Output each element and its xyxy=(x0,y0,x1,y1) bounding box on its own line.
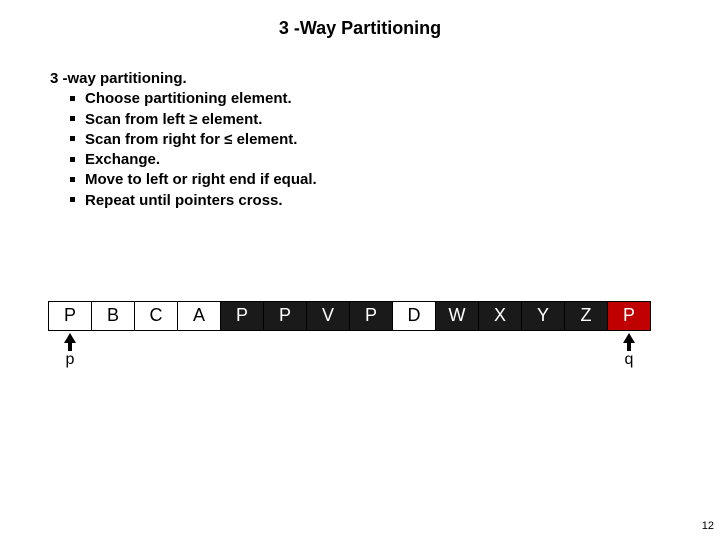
list-item: Repeat until pointers cross. xyxy=(70,191,720,211)
arrow-up-icon xyxy=(623,333,635,343)
array-cell: P xyxy=(349,301,393,331)
array-cell: P xyxy=(263,301,307,331)
arrow-up-icon xyxy=(64,333,76,343)
bullet-list: Choose partitioning element. Scan from l… xyxy=(70,89,720,211)
list-item: Choose partitioning element. xyxy=(70,89,720,109)
pointer-slot xyxy=(349,331,393,371)
pointer-slot xyxy=(263,331,307,371)
array-row: PBCAPPVPDWXYZP xyxy=(48,301,720,331)
array-cell: Y xyxy=(521,301,565,331)
page-title: 3 -Way Partitioning xyxy=(0,0,720,39)
array-diagram: PBCAPPVPDWXYZP pq xyxy=(48,301,720,371)
list-item: Scan from right for ≤ element. xyxy=(70,130,720,150)
array-cell: W xyxy=(435,301,479,331)
array-cell: B xyxy=(91,301,135,331)
array-cell: X xyxy=(478,301,522,331)
pointer-slot xyxy=(134,331,178,371)
pointer-slot: q xyxy=(607,331,651,371)
pointer-slot xyxy=(91,331,135,371)
array-cell: V xyxy=(306,301,350,331)
pointer-slot xyxy=(392,331,436,371)
pointer-slot xyxy=(306,331,350,371)
pointer-label: q xyxy=(625,351,634,369)
array-cell: C xyxy=(134,301,178,331)
array-cell: A xyxy=(177,301,221,331)
array-cell: D xyxy=(392,301,436,331)
content-block: 3 -way partitioning. Choose partitioning… xyxy=(50,69,720,211)
pointer-slot xyxy=(220,331,264,371)
page-number: 12 xyxy=(702,520,714,532)
arrow-stem xyxy=(68,343,72,351)
pointer-slot xyxy=(521,331,565,371)
pointer-slot xyxy=(478,331,522,371)
array-cell: P xyxy=(48,301,92,331)
list-item: Exchange. xyxy=(70,150,720,170)
pointer-slot: p xyxy=(48,331,92,371)
pointer-label: p xyxy=(66,351,75,369)
arrow-stem xyxy=(627,343,631,351)
array-cell: P xyxy=(220,301,264,331)
list-item: Move to left or right end if equal. xyxy=(70,170,720,190)
pointer-row: pq xyxy=(48,331,720,371)
list-item: Scan from left ≥ element. xyxy=(70,110,720,130)
array-cell: Z xyxy=(564,301,608,331)
pointer-slot xyxy=(435,331,479,371)
list-heading: 3 -way partitioning. xyxy=(50,69,720,89)
pointer-slot xyxy=(564,331,608,371)
pointer-slot xyxy=(177,331,221,371)
array-cell: P xyxy=(607,301,651,331)
